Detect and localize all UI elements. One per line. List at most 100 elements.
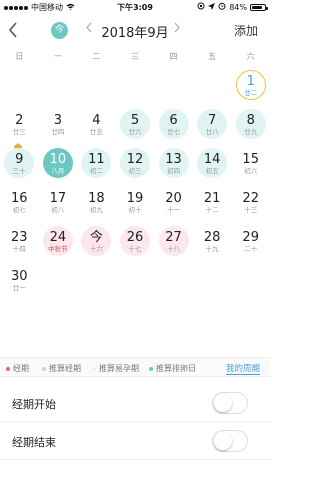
day-cell-2-4[interactable]: 13 初四 bbox=[154, 146, 193, 185]
calendar-week: 16 初七 17 初八 18 初九 19 初十 20 十一 21 十二 22 十三 bbox=[0, 185, 270, 224]
day-number: 19 bbox=[126, 191, 144, 206]
day-cell-5-0[interactable]: 30 廿一 bbox=[0, 263, 39, 302]
lunar-date: 廿八 bbox=[205, 128, 219, 136]
day-number: 1 bbox=[246, 74, 255, 89]
back-icon[interactable] bbox=[8, 22, 22, 40]
weekday-fri: 五 bbox=[208, 52, 217, 61]
day-number: 12 bbox=[126, 152, 144, 167]
lunar-date: 初八 bbox=[51, 206, 65, 214]
my-cycle-link[interactable]: 我的周期 bbox=[225, 362, 260, 375]
legend-fertile-dot bbox=[92, 366, 96, 371]
day-cell-2-5[interactable]: 14 初五 bbox=[193, 146, 232, 185]
day-cell-4-4[interactable]: 27 十八 bbox=[154, 224, 193, 263]
legend-period: 经期 bbox=[6, 363, 29, 374]
battery-icon bbox=[250, 3, 268, 11]
today-button[interactable]: 今 bbox=[51, 22, 68, 39]
alarm-icon bbox=[218, 2, 226, 12]
day-cell-2-2[interactable]: 11 初二 bbox=[77, 146, 116, 185]
day-cell-1-4[interactable]: 6 廿七 bbox=[154, 107, 193, 146]
day-cell-1-0[interactable]: 2 廿三 bbox=[0, 107, 39, 151]
lunar-date: 十二 bbox=[205, 206, 219, 214]
legend-predicted-period: 推算经期 bbox=[42, 363, 81, 374]
day-cell-2-1[interactable]: 10 八月 bbox=[39, 146, 78, 185]
day-cell-3-2[interactable]: 18 初九 bbox=[77, 185, 116, 224]
weekday-mon: 一 bbox=[53, 52, 62, 61]
toggle-knob bbox=[214, 432, 232, 450]
chevron-right-icon[interactable] bbox=[174, 22, 180, 37]
legend-predicted-period-label: 推算经期 bbox=[49, 364, 81, 373]
day-cell-4-0[interactable]: 23 十四 bbox=[0, 224, 39, 263]
day-number: 今 bbox=[89, 230, 103, 245]
lunar-date: 初七 bbox=[12, 206, 26, 214]
lunar-date: 三十 bbox=[12, 167, 26, 175]
day-cell-4-3[interactable]: 26 十七 bbox=[116, 224, 155, 263]
day-cell-3-3[interactable]: 19 初十 bbox=[116, 185, 155, 224]
day-cell-3-1[interactable]: 17 初八 bbox=[39, 185, 78, 224]
day-cell-4-1[interactable]: 24 中秋节 bbox=[39, 224, 78, 263]
status-bar: 中国移动 下午3:09 84% bbox=[0, 0, 270, 14]
day-cell-2-3[interactable]: 12 初三 bbox=[116, 146, 155, 185]
legend-ovulation: 推算排卵日 bbox=[149, 363, 196, 374]
legend-period-label: 经期 bbox=[13, 364, 29, 373]
lunar-date: 八月 bbox=[51, 167, 65, 175]
day-cell-1-2[interactable]: 4 廿五 bbox=[77, 107, 116, 146]
calendar-header: 今 2018年9月 添加 bbox=[0, 18, 270, 44]
weekday-sat: 六 bbox=[246, 52, 255, 61]
day-cell-3-4[interactable]: 20 十一 bbox=[154, 185, 193, 224]
day-number: 13 bbox=[165, 152, 182, 167]
period-start-row: 经期开始 bbox=[0, 384, 270, 422]
day-cell-3-0[interactable]: 16 初七 bbox=[0, 185, 39, 224]
day-number: 30 bbox=[11, 269, 28, 284]
calendar-week: 1 廿二 bbox=[0, 68, 270, 107]
legend-fertile-label: 推算易孕期 bbox=[99, 364, 139, 373]
day-number: 26 bbox=[126, 230, 144, 245]
day-cell-4-5[interactable]: 28 十九 bbox=[193, 224, 232, 263]
legend-period-dot bbox=[6, 366, 10, 371]
day-cell-1-5[interactable]: 7 廿八 bbox=[193, 107, 232, 146]
add-button[interactable]: 添加 bbox=[234, 22, 258, 39]
period-start-label: 经期开始 bbox=[12, 398, 56, 411]
day-cell-3-5[interactable]: 21 十二 bbox=[193, 185, 232, 224]
period-end-row: 经期结束 bbox=[0, 422, 270, 460]
legend-ovulation-label: 推算排卵日 bbox=[156, 364, 196, 373]
day-cell-2-6[interactable]: 15 初六 bbox=[231, 146, 270, 185]
day-number: 16 bbox=[11, 191, 28, 206]
lunar-date: 廿五 bbox=[89, 128, 103, 136]
calendar-week: 2 廿三 3 廿四 4 廿五 5 廿六 6 廿七 7 廿八 8 廿九 bbox=[0, 107, 270, 151]
lunar-date: 初二 bbox=[89, 167, 103, 175]
calendar-week: 9 三十 10 八月 11 初二 12 初三 13 初四 14 初五 15 初六 bbox=[0, 146, 270, 185]
lunar-date: 廿九 bbox=[244, 128, 258, 136]
month-title: 2018年9月 bbox=[101, 26, 169, 41]
battery-fill bbox=[252, 5, 263, 9]
lunar-date: 廿三 bbox=[12, 128, 26, 136]
weekday-wed: 三 bbox=[130, 52, 139, 61]
day-number: 5 bbox=[130, 113, 140, 128]
legend-fertile: 推算易孕期 bbox=[92, 363, 139, 374]
lunar-date: 十八 bbox=[167, 245, 181, 253]
lunar-date: 十三 bbox=[244, 206, 258, 214]
day-cell-0-6[interactable]: 1 廿二 bbox=[231, 68, 270, 107]
chevron-left-icon[interactable] bbox=[86, 22, 92, 37]
weekday-header: 日 一 二 三 四 五 六 bbox=[0, 51, 270, 63]
day-cell-2-0[interactable]: 9 三十 bbox=[0, 146, 39, 185]
day-cell-1-1[interactable]: 3 廿四 bbox=[39, 107, 78, 146]
day-cell-4-2[interactable]: 今十六 bbox=[77, 224, 116, 263]
location-icon bbox=[208, 2, 216, 12]
period-end-toggle[interactable] bbox=[212, 430, 248, 452]
lunar-date: 初十 bbox=[128, 206, 142, 214]
day-number: 10 bbox=[49, 152, 67, 167]
lunar-date: 初五 bbox=[205, 167, 219, 175]
period-start-toggle[interactable] bbox=[212, 392, 248, 414]
lunar-date: 初九 bbox=[89, 206, 103, 214]
legend-bar: 经期 推算经期 推算易孕期 推算排卵日 我的周期 bbox=[0, 357, 270, 377]
day-cell-1-6[interactable]: 8 廿九 bbox=[231, 107, 270, 146]
day-cell-1-3[interactable]: 5 廿六 bbox=[116, 107, 155, 146]
day-cell-4-6[interactable]: 29 二十 bbox=[231, 224, 270, 263]
day-number: 22 bbox=[242, 191, 259, 206]
lunar-date: 廿四 bbox=[51, 128, 65, 136]
weekday-tue: 二 bbox=[92, 52, 101, 61]
day-number: 14 bbox=[203, 152, 221, 167]
day-number: 3 bbox=[53, 113, 62, 128]
day-number: 20 bbox=[165, 191, 182, 206]
day-cell-3-6[interactable]: 22 十三 bbox=[231, 185, 270, 224]
